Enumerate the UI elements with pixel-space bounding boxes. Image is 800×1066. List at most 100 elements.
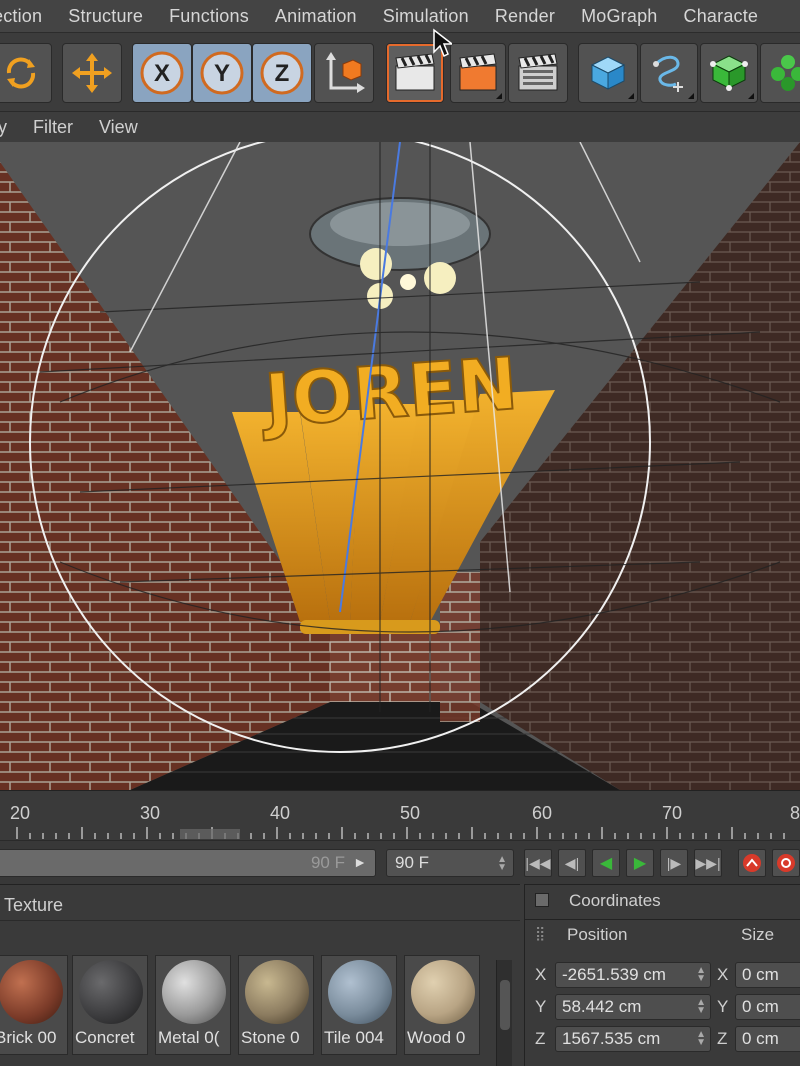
spline-pen-icon — [653, 55, 683, 92]
material-label: Stone 0 — [241, 1028, 300, 1047]
axis-label: X — [717, 965, 729, 984]
position-x-field[interactable]: -2651.539 cm ▲ ▼ — [555, 962, 711, 988]
material-scrollbar[interactable] — [496, 960, 512, 1066]
axis-label: Z — [535, 1029, 546, 1048]
position-z-field[interactable]: 1567.535 cm ▲ ▼ — [555, 1026, 711, 1052]
render-to-picture-viewer-button[interactable] — [450, 43, 506, 103]
svg-text:X: X — [154, 60, 170, 87]
viewport-menu-filter[interactable]: Filter — [33, 117, 73, 138]
skip-end-icon: ▶▶| — [695, 854, 721, 871]
menu-simulation[interactable]: Simulation — [370, 6, 482, 27]
previous-key-button[interactable]: ◀| — [558, 849, 586, 877]
concrete-material-preview — [79, 960, 143, 1024]
autokey-button[interactable] — [772, 849, 800, 877]
x-axis-icon: X — [140, 51, 184, 95]
3d-viewport[interactable]: JOREN — [0, 142, 800, 790]
go-to-start-button[interactable]: |◀◀ — [524, 849, 552, 877]
axis-label: X — [535, 965, 547, 984]
dropdown-corner-icon — [628, 93, 634, 99]
coordinate-system-button[interactable] — [314, 43, 374, 103]
record-key-icon — [743, 854, 761, 872]
record-keys-button[interactable] — [738, 849, 766, 877]
play-backward-icon: ◀ — [599, 855, 613, 872]
menu-render[interactable]: Render — [482, 6, 568, 27]
size-y-value: 0 cm — [742, 997, 779, 1016]
menu-mograph[interactable]: MoGraph — [568, 6, 670, 27]
size-y-field[interactable]: 0 cm — [735, 994, 800, 1020]
mograph-cloner-button[interactable] — [760, 43, 800, 103]
move-icon — [72, 53, 112, 93]
viewport-menu-view[interactable]: View — [99, 117, 138, 138]
go-to-end-button[interactable]: ▶▶| — [694, 849, 722, 877]
spline-pen-button[interactable] — [640, 43, 698, 103]
end-frame-value: 90 F — [395, 853, 430, 872]
brick-material-preview — [0, 960, 63, 1024]
joren-3d-text: JOREN — [257, 341, 520, 443]
spinner-icon: ▲ ▼ — [696, 997, 706, 1016]
main-menu-bar: ection Structure Functions Animation Sim… — [0, 0, 800, 32]
dropdown-corner-icon — [688, 93, 694, 99]
ruler-ticks — [16, 827, 785, 839]
z-axis-icon: Z — [260, 51, 304, 95]
position-y-value: 58.442 cm — [562, 997, 642, 1016]
material-swatch[interactable]: Metal 0( — [155, 955, 231, 1055]
position-y-field[interactable]: 58.442 cm ▲ ▼ — [555, 994, 711, 1020]
rotate-icon — [6, 57, 36, 89]
move-tool-button[interactable] — [62, 43, 122, 103]
menu-selection[interactable]: ection — [0, 6, 55, 27]
svg-text:Y: Y — [214, 60, 230, 87]
stone-material-preview — [245, 960, 309, 1024]
preview-range-slider[interactable]: 90 F ► — [0, 849, 376, 877]
previous-key-icon: ◀| — [564, 854, 580, 871]
coordinates-panel: Coordinates ⣿ Position Size X -2651.539 … — [524, 884, 800, 1066]
material-swatch[interactable]: Tile 004 — [321, 955, 397, 1055]
cube-icon — [590, 56, 626, 90]
size-z-field[interactable]: 0 cm — [735, 1026, 800, 1052]
tile-material-preview — [328, 960, 392, 1024]
size-x-value: 0 cm — [742, 965, 779, 984]
material-label: Tile 004 — [324, 1028, 384, 1047]
coordinates-title: Coordinates — [569, 891, 661, 910]
play-forward-button[interactable]: ▶ — [626, 849, 654, 877]
material-swatch[interactable]: Stone 0 — [238, 955, 314, 1055]
cube-primitive-button[interactable] — [578, 43, 638, 103]
size-x-field[interactable]: 0 cm — [735, 962, 800, 988]
viewport-scene: JOREN — [0, 142, 800, 790]
position-z-value: 1567.535 cm — [562, 1029, 661, 1048]
wood-material-preview — [411, 960, 475, 1024]
spinner-icon: ▲ ▼ — [696, 965, 706, 984]
material-swatch[interactable]: Brick 00 — [0, 955, 68, 1055]
menu-functions[interactable]: Functions — [156, 6, 262, 27]
material-swatch[interactable]: Wood 0 — [404, 955, 480, 1055]
generator-button[interactable] — [700, 43, 758, 103]
svg-text:Z: Z — [275, 60, 290, 87]
metal-material-preview — [162, 960, 226, 1024]
z-axis-lock-button[interactable]: Z — [252, 43, 312, 103]
next-key-icon: |▶ — [666, 854, 682, 871]
menu-animation[interactable]: Animation — [262, 6, 370, 27]
spinner-icon: ▲ ▼ — [497, 854, 507, 873]
y-axis-lock-button[interactable]: Y — [192, 43, 252, 103]
transport-bar: 90 F ► 90 F ▲ ▼ |◀◀ ◀| ◀ ▶ |▶ ▶▶| — [0, 840, 800, 884]
material-label: Wood 0 — [407, 1028, 466, 1047]
x-axis-lock-button[interactable]: X — [132, 43, 192, 103]
end-frame-field[interactable]: 90 F ▲ ▼ — [386, 849, 514, 877]
material-manager-header: Texture — [0, 885, 520, 921]
material-menu-texture[interactable]: Texture — [4, 895, 63, 916]
autokey-icon — [777, 854, 795, 872]
position-label: Position — [567, 925, 628, 944]
dropdown-corner-icon — [748, 93, 754, 99]
rotate-tool-button[interactable] — [0, 43, 52, 103]
next-key-button[interactable]: |▶ — [660, 849, 688, 877]
menu-structure[interactable]: Structure — [55, 6, 156, 27]
panel-checkbox[interactable] — [535, 893, 549, 907]
menu-character[interactable]: Characte — [671, 6, 772, 27]
material-swatch[interactable]: Concret — [72, 955, 148, 1055]
viewport-menu-display[interactable]: y — [0, 117, 7, 138]
timeline-ruler[interactable]: 20 30 40 50 60 70 8 — [0, 790, 800, 840]
scrollbar-thumb[interactable] — [500, 980, 510, 1030]
play-backward-button[interactable]: ◀ — [592, 849, 620, 877]
y-axis-icon: Y — [200, 51, 244, 95]
size-z-value: 0 cm — [742, 1029, 779, 1048]
render-settings-button[interactable] — [508, 43, 568, 103]
